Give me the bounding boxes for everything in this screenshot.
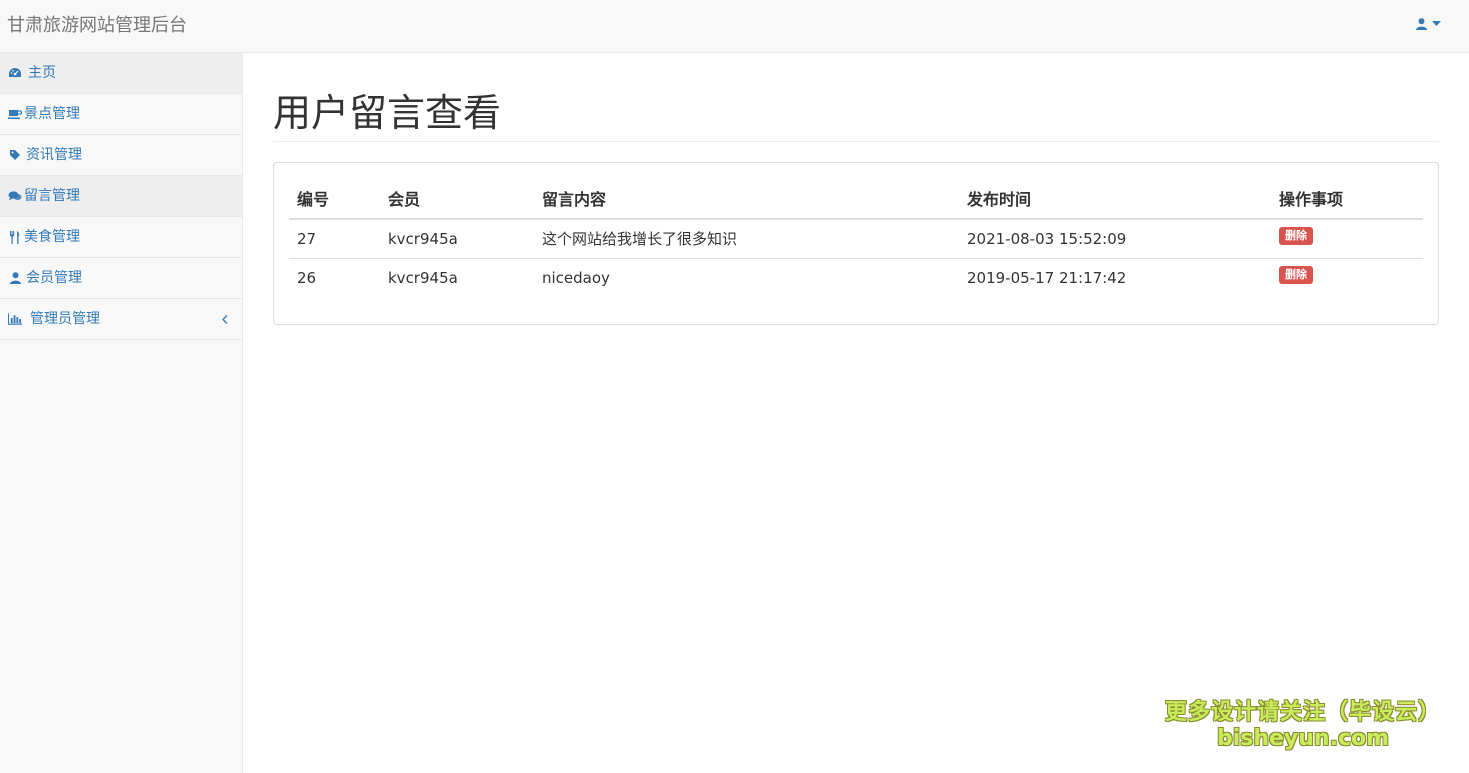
sidebar-item-label: 管理员管理: [30, 311, 100, 327]
cutlery-icon: [8, 230, 22, 244]
cell-id: 26: [297, 268, 317, 287]
messages-panel: 编号 会员 留言内容 发布时间 操作事项 27 kvcr945a 这个网站给我增…: [273, 162, 1439, 325]
sidebar-item-label: 留言管理: [24, 188, 80, 204]
user-icon: [1416, 18, 1427, 30]
comments-icon: [8, 189, 22, 203]
cell-content: nicedaoy: [542, 268, 610, 287]
watermark: 更多设计请关注（毕设云） bisheyun.com: [1165, 699, 1441, 751]
cell-content: 这个网站给我增长了很多知识: [534, 219, 959, 259]
watermark-line2: bisheyun.com: [1216, 726, 1390, 751]
delete-button[interactable]: 删除: [1279, 226, 1313, 245]
bar-chart-icon: [8, 312, 22, 326]
sidebar-item-news[interactable]: 资讯管理: [0, 135, 242, 176]
table-header-row: 编号 会员 留言内容 发布时间 操作事项: [289, 178, 1423, 220]
sidebar-item-label: 美食管理: [24, 229, 80, 245]
sidebar-item-messages[interactable]: 留言管理: [0, 176, 242, 217]
sidebar-item-label: 主页: [28, 65, 56, 81]
watermark-line1: 更多设计请关注（毕设云）: [1164, 700, 1441, 725]
column-header-member: 会员: [380, 178, 534, 220]
sidebar-item-members[interactable]: 会员管理: [0, 258, 242, 299]
sidebar-item-admins[interactable]: 管理员管理: [0, 299, 242, 340]
coffee-icon: [8, 107, 22, 121]
sidebar-item-label: 会员管理: [26, 270, 82, 286]
cell-action: 删除: [1271, 219, 1423, 259]
sidebar-item-label: 景点管理: [24, 106, 80, 122]
delete-button[interactable]: 删除: [1279, 265, 1313, 284]
messages-table: 编号 会员 留言内容 发布时间 操作事项 27 kvcr945a 这个网站给我增…: [289, 178, 1423, 297]
column-header-content: 留言内容: [534, 178, 959, 220]
caret-down-icon: [1432, 21, 1441, 27]
sidebar: 主页 景点管理 资讯管理 留言管理 美食管理 会员管理 管理员管理: [0, 53, 243, 773]
top-navbar: 甘肃旅游网站管理后台: [0, 0, 1469, 53]
table-row: 27 kvcr945a 这个网站给我增长了很多知识 2021-08-03 15:…: [289, 219, 1423, 259]
page-title: 用户留言查看: [273, 91, 1439, 142]
cell-member: kvcr945a: [380, 219, 534, 259]
sidebar-item-attractions[interactable]: 景点管理: [0, 94, 242, 135]
cell-time: 2019-05-17 21:17:42: [967, 268, 1127, 287]
cell-member: kvcr945a: [388, 268, 458, 287]
user-icon: [8, 271, 22, 285]
column-header-id: 编号: [289, 178, 380, 220]
tag-icon: [8, 148, 22, 162]
column-header-action: 操作事项: [1271, 178, 1423, 220]
dashboard-icon: [8, 66, 22, 80]
chevron-left-icon[interactable]: [222, 312, 228, 328]
column-header-time: 发布时间: [959, 178, 1271, 220]
cell-id: 27: [289, 219, 380, 259]
sidebar-item-label: 资讯管理: [26, 147, 82, 163]
cell-time: 2021-08-03 15:52:09: [959, 219, 1271, 259]
main-content: 用户留言查看 编号 会员 留言内容 发布时间 操作事项 27 kvcr945a …: [273, 53, 1439, 325]
cell-action: 删除: [1271, 258, 1423, 297]
table-row: 26 kvcr945a nicedaoy 2019-05-17 21:17:42…: [289, 258, 1423, 297]
brand-title[interactable]: 甘肃旅游网站管理后台: [7, 15, 187, 37]
user-menu-dropdown[interactable]: [1416, 18, 1441, 30]
sidebar-item-food[interactable]: 美食管理: [0, 217, 242, 258]
sidebar-item-home[interactable]: 主页: [0, 53, 242, 94]
